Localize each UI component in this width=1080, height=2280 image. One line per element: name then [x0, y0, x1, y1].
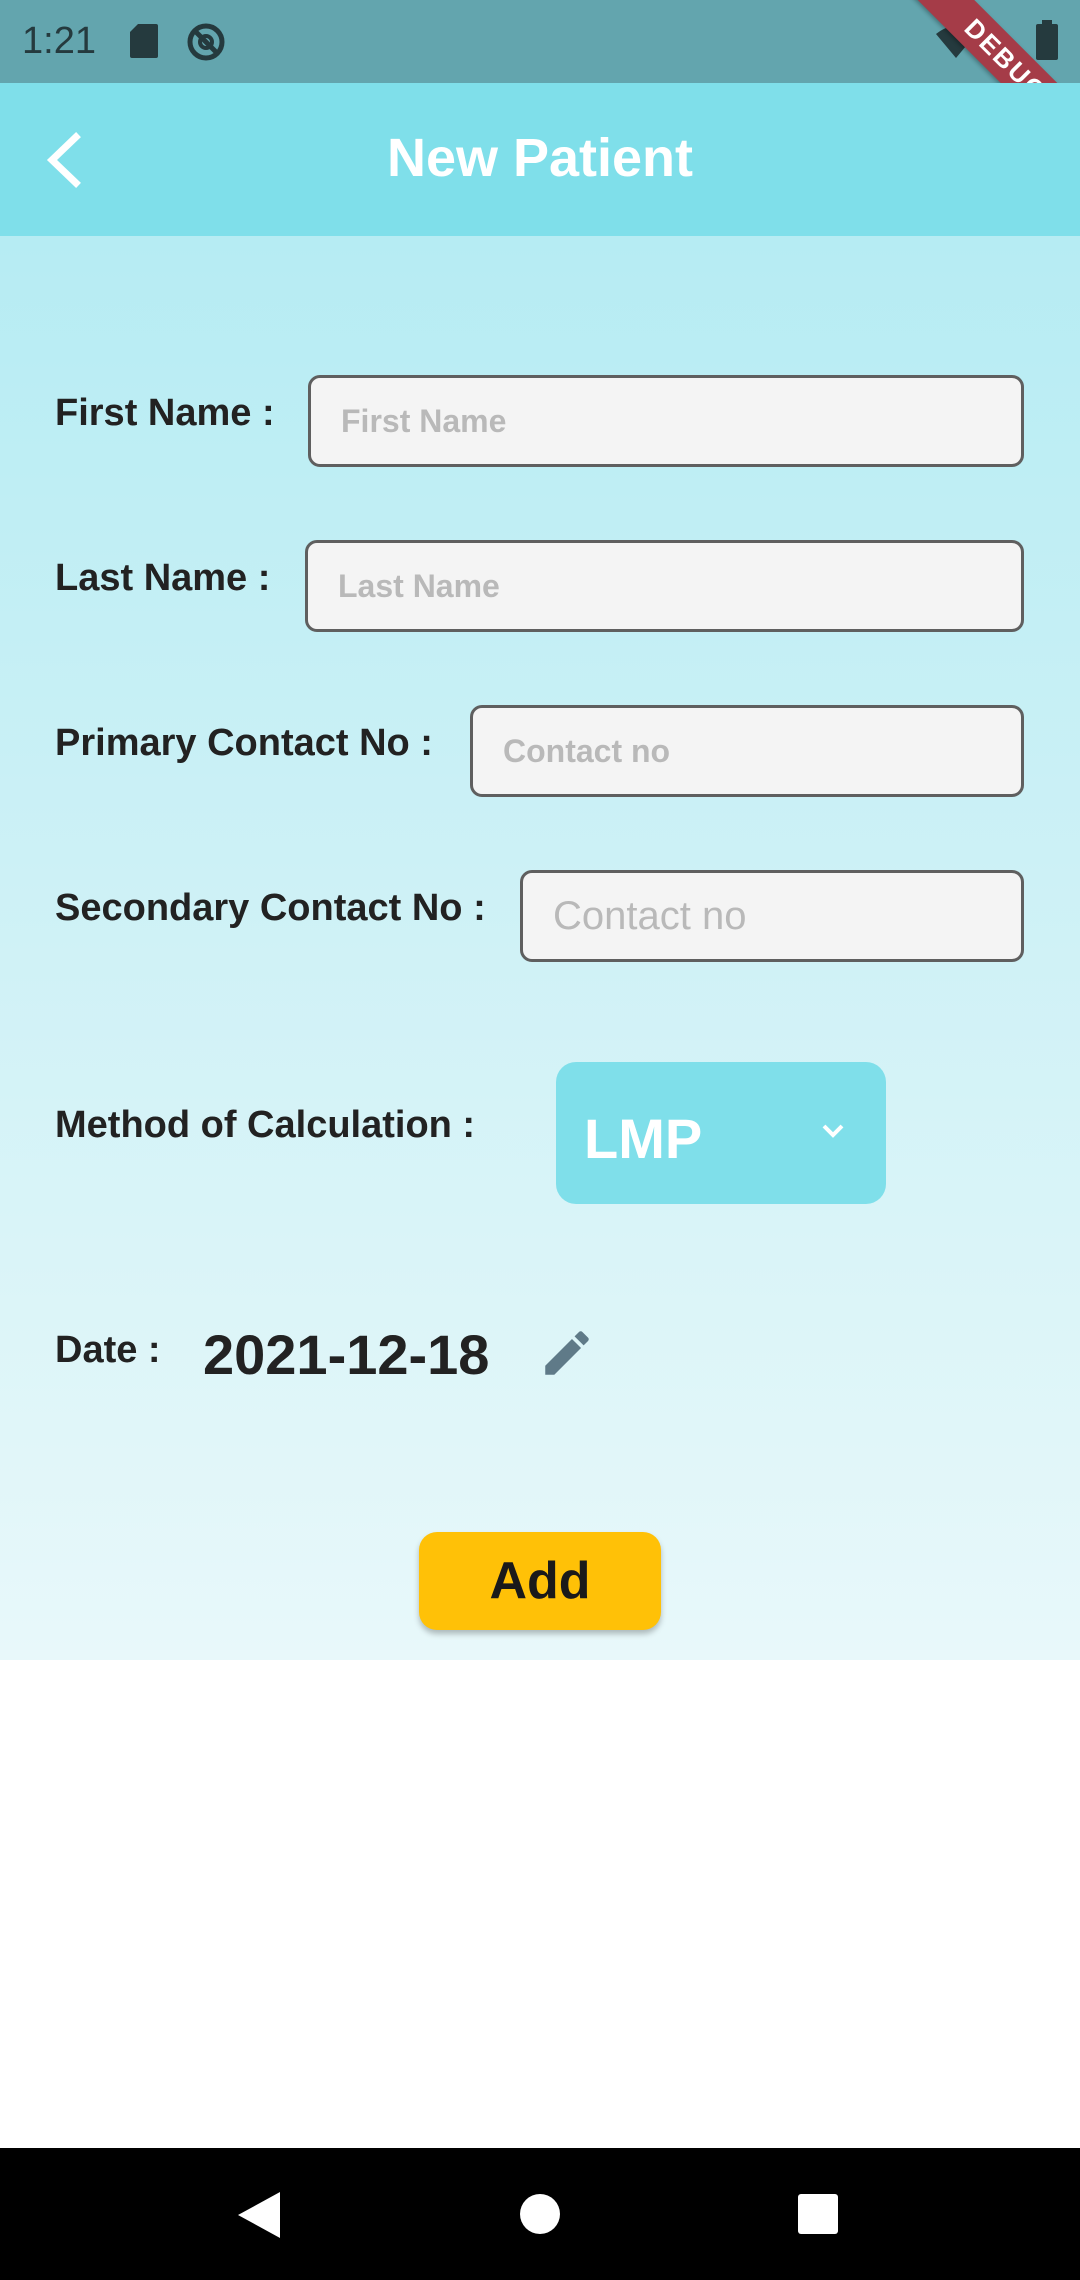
secondary-contact-label: Secondary Contact No : — [55, 887, 486, 929]
date-value: 2021-12-18 — [203, 1323, 490, 1386]
primary-contact-label: Primary Contact No : — [55, 722, 433, 764]
chevron-down-icon — [822, 1124, 844, 1138]
sd-card-icon — [130, 24, 158, 58]
method-selected-value: LMP — [584, 1107, 703, 1170]
system-nav-bar — [0, 2148, 1080, 2280]
nav-back-icon[interactable] — [236, 2190, 282, 2240]
secondary-contact-input[interactable] — [520, 870, 1024, 962]
nav-recents-icon[interactable] — [798, 2194, 838, 2234]
method-dropdown[interactable]: LMP — [556, 1062, 886, 1204]
status-bar: 1:21 DEBUG — [0, 0, 1080, 167]
first-name-input[interactable] — [308, 375, 1024, 467]
battery-icon — [1036, 20, 1058, 60]
first-name-label: First Name : — [55, 392, 275, 434]
method-label: Method of Calculation : — [55, 1104, 476, 1146]
app-bar: New Patient — [0, 83, 1080, 236]
nav-home-icon[interactable] — [518, 2192, 562, 2236]
edit-pencil-icon[interactable] — [538, 1324, 596, 1382]
form-container: First Name : Last Name : Primary Contact… — [0, 236, 1080, 1660]
status-time: 1:21 — [22, 20, 96, 62]
page-title: New Patient — [386, 128, 694, 188]
last-name-input[interactable] — [305, 540, 1024, 632]
primary-contact-input[interactable] — [470, 705, 1024, 797]
last-name-label: Last Name : — [55, 557, 271, 599]
data-saver-icon — [187, 23, 225, 61]
add-button[interactable]: Add — [419, 1532, 661, 1630]
date-label: Date : — [55, 1329, 161, 1371]
